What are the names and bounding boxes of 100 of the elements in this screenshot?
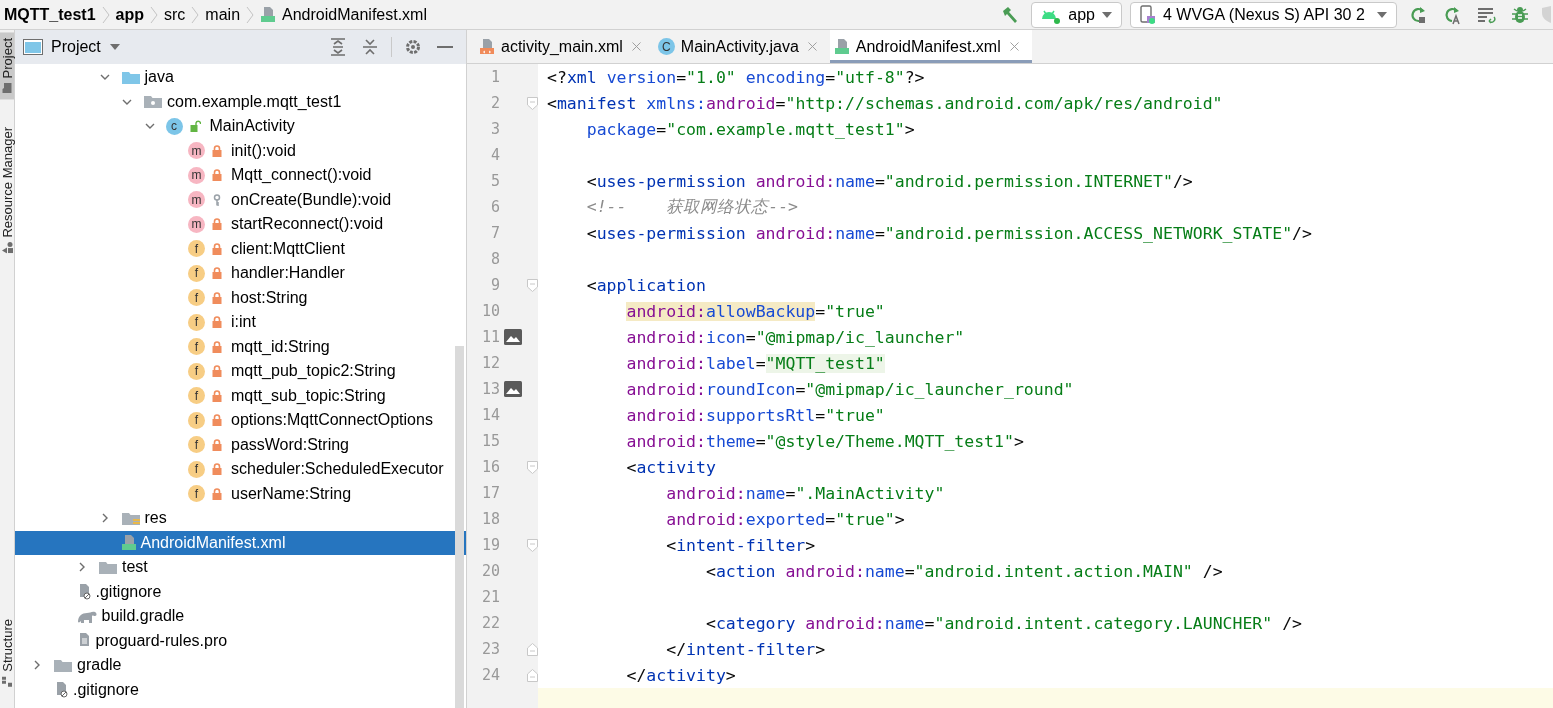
- tree-item[interactable]: test: [15, 555, 466, 580]
- side-tab[interactable]: Resource Manager: [0, 121, 14, 261]
- chevron-right-icon: [246, 5, 255, 24]
- tree-item[interactable]: m startReconnect():void: [15, 212, 466, 237]
- field-icon: f: [188, 436, 205, 454]
- tree-item[interactable]: f mqtt_sub_topic:String: [15, 383, 466, 408]
- unlocked-icon: [189, 120, 201, 133]
- tree-item[interactable]: proguard-rules.pro: [15, 628, 466, 653]
- line-number: 2: [489, 94, 500, 112]
- manifest-file-icon: [260, 6, 277, 23]
- manifest-file-icon: [833, 38, 850, 55]
- tree-item[interactable]: f mqtt_pub_topic2:String: [15, 359, 466, 384]
- tree-item[interactable]: .gitignore: [15, 677, 466, 702]
- run-configuration-dropdown[interactable]: app: [1031, 1, 1122, 28]
- method-icon: m: [188, 166, 205, 184]
- code-line: <intent-filter>: [665, 535, 816, 555]
- tree-item[interactable]: f userName:String: [15, 481, 466, 506]
- code-line: <!-- 获取网络状态-->: [585, 196, 799, 218]
- lock-icon: [212, 414, 222, 427]
- tree-item[interactable]: com.example.mqtt_test1: [15, 89, 466, 114]
- tree-item[interactable]: m onCreate(Bundle):void: [15, 187, 466, 212]
- breadcrumb-item[interactable]: main: [205, 5, 241, 24]
- chevron-right-icon: [101, 5, 110, 24]
- device-dropdown[interactable]: 4 WVGA (Nexus S) API 30 2: [1130, 1, 1397, 28]
- tree-item[interactable]: f i:int: [15, 310, 466, 335]
- breadcrumb-item[interactable]: AndroidManifest.xml: [282, 5, 427, 24]
- line-number: 17: [480, 484, 500, 502]
- code-line: android:supportsRtl="true": [625, 405, 885, 425]
- editor-tab[interactable]: activity_main.xml: [475, 30, 654, 63]
- lock-icon: [212, 242, 222, 255]
- line-number: 1: [489, 68, 500, 86]
- method-icon: m: [188, 215, 205, 233]
- code-line: <activity: [625, 457, 716, 477]
- code-line: </intent-filter>: [665, 639, 826, 659]
- tree-item[interactable]: AndroidManifest.xml: [15, 530, 466, 555]
- code-line: </activity>: [625, 665, 736, 685]
- line-number: 13: [480, 380, 500, 398]
- tree-item[interactable]: .gitignore: [15, 579, 466, 604]
- tree-item[interactable]: java: [15, 65, 466, 90]
- tree-item[interactable]: m Mqtt_connect():void: [15, 163, 466, 188]
- line-number: 5: [489, 172, 500, 190]
- xml-file-icon: [479, 38, 495, 55]
- breadcrumb-item[interactable]: src: [164, 5, 186, 24]
- side-tab[interactable]: Structure: [0, 613, 14, 694]
- tree-item[interactable]: c MainActivity: [15, 114, 466, 139]
- code-line: android:icon="@mipmap/ic_launcher": [625, 327, 965, 347]
- lock-icon: [212, 316, 222, 329]
- line-number: 18: [480, 510, 500, 528]
- field-icon: f: [188, 240, 205, 258]
- tree-item[interactable]: f handler:Handler: [15, 261, 466, 286]
- field-icon: f: [188, 485, 205, 503]
- field-icon: f: [188, 313, 205, 331]
- line-number: 24: [480, 666, 500, 684]
- method-icon: m: [188, 191, 205, 209]
- project-view-dropdown[interactable]: Project: [23, 38, 121, 56]
- image-icon[interactable]: [504, 329, 522, 345]
- tree-item[interactable]: gradle: [15, 653, 466, 678]
- line-number: 19: [480, 536, 500, 554]
- code-line: <action android:name="android.intent.action.MAIN" />: [704, 561, 1223, 581]
- tree-item[interactable]: f passWord:String: [15, 432, 466, 457]
- lock-icon: [212, 389, 222, 402]
- scrollbar[interactable]: [455, 346, 464, 708]
- line-number: 23: [480, 640, 500, 658]
- field-icon: f: [188, 338, 205, 356]
- code-line: android:name=".MainActivity": [665, 483, 945, 503]
- line-number: 11: [480, 328, 500, 346]
- package-icon: [143, 93, 163, 111]
- tree-item[interactable]: build.gradle: [15, 604, 466, 629]
- image-icon[interactable]: [504, 381, 522, 397]
- tree-item[interactable]: m init():void: [15, 138, 466, 163]
- field-icon: f: [188, 289, 205, 307]
- side-tab[interactable]: Project: [0, 32, 14, 100]
- field-icon: f: [188, 460, 205, 478]
- code-line: <manifest xmlns:android="http://schemas.android.com/apk/res/android": [547, 93, 1223, 113]
- structure-icon: [1, 676, 13, 688]
- class-icon: C: [657, 38, 675, 55]
- lock-icon: [212, 340, 222, 353]
- tree-item[interactable]: res: [15, 506, 466, 531]
- lock-icon: [212, 365, 222, 378]
- tree-item[interactable]: f mqtt_id:String: [15, 334, 466, 359]
- line-number: 6: [489, 198, 500, 216]
- tree-item[interactable]: f scheduler:ScheduledExecutor: [15, 457, 466, 482]
- line-number: 16: [480, 458, 500, 476]
- editor-tab[interactable]: C MainActivity.java: [653, 30, 830, 63]
- tree-item[interactable]: f host:String: [15, 285, 466, 310]
- code-line: <uses-permission android:name="android.permission.ACCESS_NETWORK_STATE"/>: [585, 223, 1312, 243]
- line-number: 21: [480, 588, 500, 606]
- code-line: android:roundIcon="@mipmap/ic_launcher_round": [625, 379, 1074, 399]
- breadcrumb-item[interactable]: app: [115, 5, 145, 24]
- key-icon: [212, 193, 222, 206]
- field-icon: f: [188, 387, 205, 405]
- chevron-right-icon: [191, 5, 200, 24]
- code-line: android:allowBackup="true": [625, 301, 885, 321]
- editor-tab[interactable]: AndroidManifest.xml: [829, 30, 1032, 63]
- line-number: 4: [489, 146, 500, 164]
- tree-item[interactable]: f options:MqttConnectOptions: [15, 408, 466, 433]
- line-number: 12: [480, 354, 500, 372]
- tree-item[interactable]: f client:MqttClient: [15, 236, 466, 261]
- manifest-file-icon: [120, 534, 137, 552]
- breadcrumb-item[interactable]: MQTT_test1: [4, 5, 96, 24]
